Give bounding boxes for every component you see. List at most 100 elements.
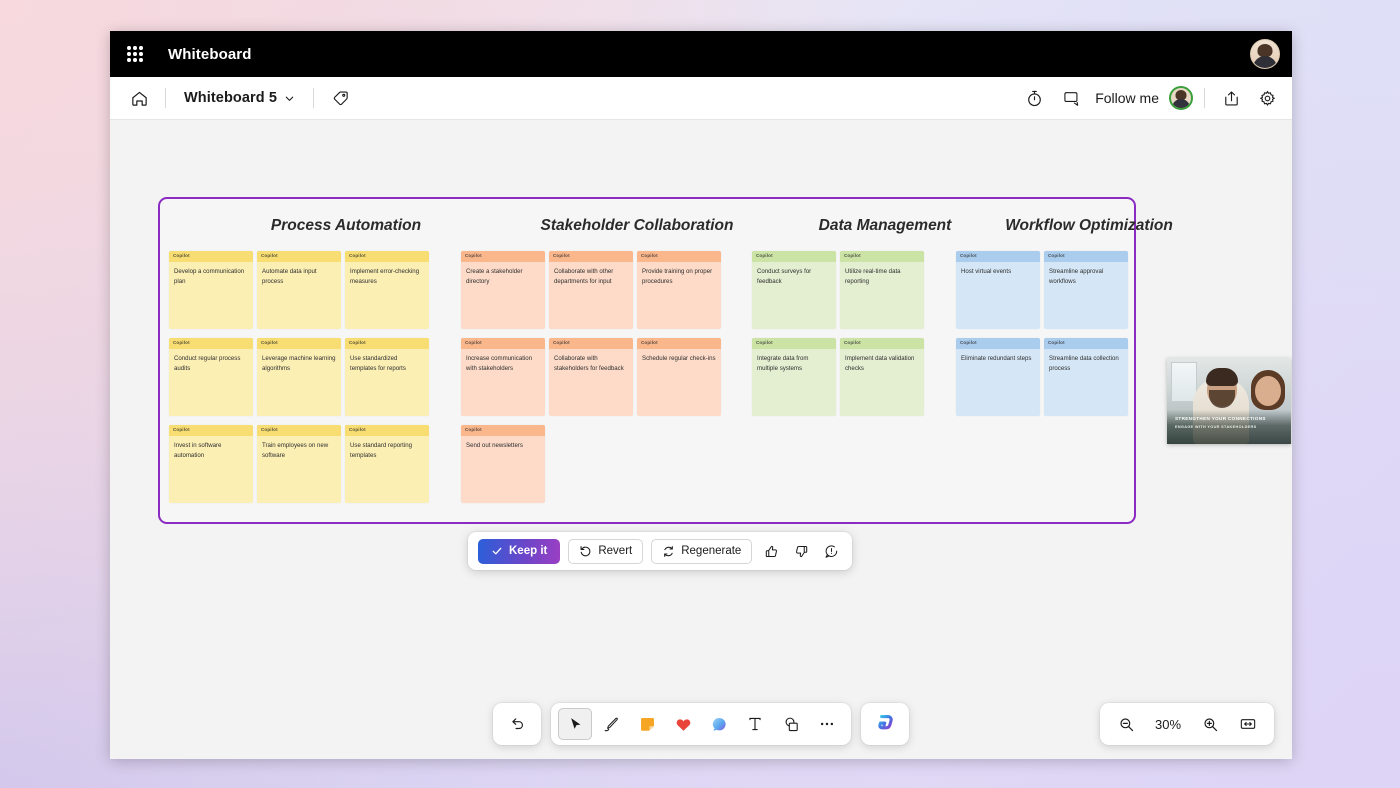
- cursor-select-icon[interactable]: [558, 708, 592, 740]
- sticky-note[interactable]: Copilot Leverage machine learning algori…: [257, 338, 341, 416]
- tag-icon[interactable]: [325, 83, 355, 113]
- whiteboard-canvas[interactable]: Process Automation Stakeholder Collabora…: [110, 120, 1292, 759]
- note-author: Copilot: [461, 251, 545, 262]
- sticky-note[interactable]: Copilot Use standardized templates for r…: [345, 338, 429, 416]
- presenter-avatar[interactable]: [1169, 86, 1193, 110]
- comment-bubble-icon[interactable]: [702, 708, 736, 740]
- note-author: Copilot: [752, 251, 836, 262]
- note-author: Copilot: [257, 425, 341, 436]
- follow-me-label[interactable]: Follow me: [1095, 90, 1159, 106]
- timer-icon[interactable]: [1019, 83, 1049, 113]
- note-text: Increase communication with stakeholders: [461, 349, 545, 416]
- note-author: Copilot: [345, 425, 429, 436]
- sticky-note[interactable]: Copilot Automate data input process: [257, 251, 341, 329]
- command-bar-divider-2: [313, 88, 314, 108]
- note-text: Host virtual events: [956, 262, 1040, 329]
- note-author: Copilot: [637, 251, 721, 262]
- note-author: Copilot: [956, 338, 1040, 349]
- undo-icon[interactable]: [500, 708, 534, 740]
- sticky-note-icon[interactable]: [630, 708, 664, 740]
- sticky-note[interactable]: Copilot Streamline approval workflows: [1044, 251, 1128, 329]
- chevron-down-icon: [284, 93, 295, 104]
- note-author: Copilot: [257, 338, 341, 349]
- sticky-note[interactable]: Copilot Implement error-checking measure…: [345, 251, 429, 329]
- zoom-in-icon[interactable]: [1193, 708, 1227, 740]
- undo-group: [493, 703, 541, 745]
- feedback-bubble-icon[interactable]: [820, 540, 842, 562]
- note-author: Copilot: [345, 338, 429, 349]
- sticky-note[interactable]: Copilot Conduct regular process audits: [169, 338, 253, 416]
- note-author: Copilot: [752, 338, 836, 349]
- sticky-note[interactable]: Copilot Collaborate with other departmen…: [549, 251, 633, 329]
- keep-it-button[interactable]: Keep it: [478, 539, 560, 564]
- command-bar-divider-1: [165, 88, 166, 108]
- thumbs-up-icon[interactable]: [760, 540, 782, 562]
- note-text: Streamline data collection process: [1044, 349, 1128, 416]
- note-author: Copilot: [840, 338, 924, 349]
- note-author: Copilot: [345, 251, 429, 262]
- sticky-note[interactable]: Copilot Streamline data collection proce…: [1044, 338, 1128, 416]
- whiteboard-window: Whiteboard Whiteboard 5: [110, 31, 1292, 759]
- sticky-note[interactable]: Copilot Collaborate with stakeholders fo…: [549, 338, 633, 416]
- note-author: Copilot: [637, 338, 721, 349]
- sticky-note[interactable]: Copilot Eliminate redundant steps: [956, 338, 1040, 416]
- note-text: Invest in software automation: [169, 436, 253, 503]
- heart-reaction-icon[interactable]: [666, 708, 700, 740]
- command-bar-divider-3: [1204, 88, 1205, 108]
- revert-button[interactable]: Revert: [568, 539, 643, 564]
- note-author: Copilot: [549, 338, 633, 349]
- sticky-note[interactable]: Copilot Integrate data from multiple sys…: [752, 338, 836, 416]
- media-subline: ENGAGE WITH YOUR STAKEHOLDERS: [1175, 425, 1286, 429]
- sticky-note[interactable]: Copilot Send out newsletters: [461, 425, 545, 503]
- zoom-out-icon[interactable]: [1109, 708, 1143, 740]
- app-launcher-icon[interactable]: [124, 43, 146, 65]
- sticky-note[interactable]: Copilot Create a stakeholder directory: [461, 251, 545, 329]
- note-author: Copilot: [1044, 251, 1128, 262]
- check-icon: [491, 545, 503, 557]
- sticky-note[interactable]: Copilot Train employees on new software: [257, 425, 341, 503]
- column-title-stakeholder-collaboration: Stakeholder Collaboration: [541, 217, 734, 235]
- sticky-note[interactable]: Copilot Implement data validation checks: [840, 338, 924, 416]
- text-icon[interactable]: [738, 708, 772, 740]
- copilot-group: [861, 703, 909, 745]
- keep-it-label: Keep it: [509, 545, 547, 557]
- media-person-left-hair: [1206, 368, 1238, 386]
- board-name-menu[interactable]: Whiteboard 5: [177, 83, 302, 113]
- fit-to-screen-icon[interactable]: [1231, 708, 1265, 740]
- more-options-icon[interactable]: [810, 708, 844, 740]
- shapes-icon[interactable]: [774, 708, 808, 740]
- regenerate-button[interactable]: Regenerate: [651, 539, 752, 564]
- note-text: Integrate data from multiple systems: [752, 349, 836, 416]
- note-text: Implement data validation checks: [840, 349, 924, 416]
- sticky-note[interactable]: Copilot Schedule regular check-ins: [637, 338, 721, 416]
- refresh-icon: [662, 545, 675, 558]
- note-author: Copilot: [461, 338, 545, 349]
- copilot-icon[interactable]: [868, 708, 902, 740]
- settings-gear-icon[interactable]: [1252, 83, 1282, 113]
- sticky-note[interactable]: Copilot Provide training on proper proce…: [637, 251, 721, 329]
- sticky-note[interactable]: Copilot Utilize real-time data reporting: [840, 251, 924, 329]
- column-title-data-management: Data Management: [819, 217, 952, 235]
- home-icon[interactable]: [124, 83, 154, 113]
- sticky-note[interactable]: Copilot Increase communication with stak…: [461, 338, 545, 416]
- share-icon[interactable]: [1216, 83, 1246, 113]
- sticky-note[interactable]: Copilot Invest in software automation: [169, 425, 253, 503]
- note-author: Copilot: [549, 251, 633, 262]
- title-bar: Whiteboard: [110, 31, 1292, 77]
- present-icon[interactable]: [1057, 83, 1087, 113]
- sticky-note[interactable]: Copilot Host virtual events: [956, 251, 1040, 329]
- media-card[interactable]: STRENGTHEN YOUR CONNECTIONS ENGAGE WITH …: [1167, 358, 1291, 444]
- note-text: Eliminate redundant steps: [956, 349, 1040, 416]
- sticky-note[interactable]: Copilot Develop a communication plan: [169, 251, 253, 329]
- sticky-note[interactable]: Copilot Conduct surveys for feedback: [752, 251, 836, 329]
- note-text: Use standardized templates for reports: [345, 349, 429, 416]
- note-text: Provide training on proper procedures: [637, 262, 721, 329]
- sticky-note[interactable]: Copilot Use standard reporting templates: [345, 425, 429, 503]
- user-avatar[interactable]: [1250, 39, 1280, 69]
- zoom-level-label[interactable]: 30%: [1147, 717, 1189, 732]
- pen-icon[interactable]: [594, 708, 628, 740]
- selection-frame[interactable]: Process Automation Stakeholder Collabora…: [158, 197, 1136, 524]
- column-title-workflow-optimization: Workflow Optimization: [1005, 217, 1173, 235]
- thumbs-down-icon[interactable]: [790, 540, 812, 562]
- note-text: Collaborate with stakeholders for feedba…: [549, 349, 633, 416]
